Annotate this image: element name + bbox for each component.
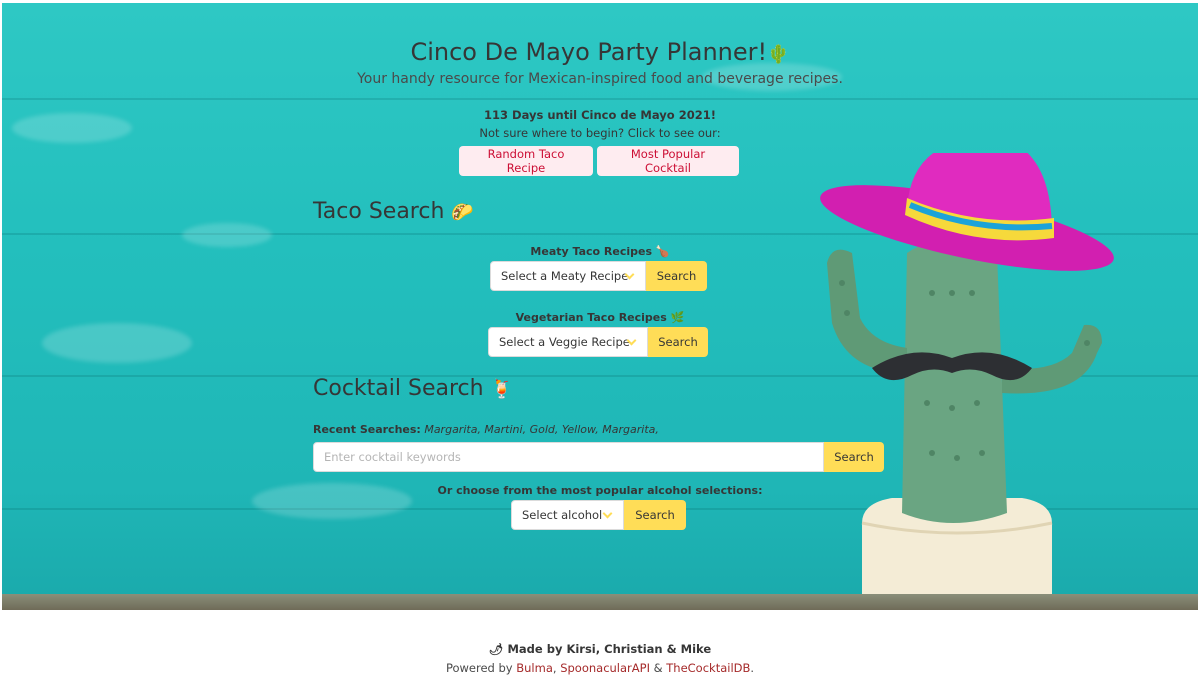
random-taco-button[interactable]: Random Taco Recipe bbox=[459, 146, 593, 176]
taco-title-text: Taco Search bbox=[313, 199, 445, 224]
meaty-label-text: Meaty Taco Recipes bbox=[530, 245, 653, 258]
alcohol-search-button[interactable]: Search bbox=[624, 500, 686, 530]
recent-searches: Recent Searches: Margarita, Martini, Gol… bbox=[313, 423, 659, 436]
cocktaildb-link[interactable]: TheCocktailDB bbox=[666, 661, 750, 675]
footer-powered-by: Powered by Bulma, SpoonacularAPI & TheCo… bbox=[0, 661, 1200, 675]
paint-streak bbox=[42, 323, 192, 363]
alcohol-select[interactable]: Select alcohol bbox=[511, 500, 624, 530]
taco-section-title: Taco Search 🌮 bbox=[313, 199, 474, 224]
page-subtitle: Your handy resource for Mexican-inspired… bbox=[357, 71, 843, 87]
chili-pepper-icon: 🌶 bbox=[488, 642, 504, 656]
veggie-label-text: Vegetarian Taco Recipes bbox=[515, 311, 667, 324]
wood-plank-line bbox=[2, 98, 1198, 100]
meaty-taco-label: Meaty Taco Recipes 🍗 bbox=[0, 245, 1200, 258]
footer-made-by: Made by Kirsi, Christian & Mike bbox=[507, 642, 712, 656]
spoonacular-link[interactable]: SpoonacularAPI bbox=[560, 661, 650, 675]
cocktail-search-button[interactable]: Search bbox=[824, 442, 884, 472]
suffix: . bbox=[750, 661, 755, 675]
meaty-select-value: Select a Meaty Recipe bbox=[501, 269, 629, 283]
chevron-down-icon bbox=[602, 508, 613, 519]
recent-searches-label: Recent Searches: bbox=[313, 423, 421, 436]
paint-streak bbox=[182, 223, 272, 247]
herb-icon: 🌿 bbox=[670, 311, 685, 324]
tropical-drink-icon: 🍹 bbox=[490, 379, 513, 400]
separator: & bbox=[649, 661, 667, 675]
powered-prefix: Powered by bbox=[445, 661, 517, 675]
recent-searches-items[interactable]: Margarita, Martini, Gold, Yellow, Margar… bbox=[424, 423, 659, 436]
veggie-search-button[interactable]: Search bbox=[648, 327, 708, 357]
meaty-search-button[interactable]: Search bbox=[646, 261, 707, 291]
cactus-sombrero-illustration bbox=[820, 153, 1114, 610]
taco-icon: 🌮 bbox=[451, 202, 474, 223]
table-edge bbox=[2, 594, 1198, 610]
cactus-icon: 🌵 bbox=[767, 44, 790, 65]
bulma-link[interactable]: Bulma bbox=[516, 661, 553, 675]
veggie-taco-label: Vegetarian Taco Recipes 🌿 bbox=[0, 311, 1200, 324]
page-title-text: Cinco De Mayo Party Planner! bbox=[410, 38, 768, 66]
drumstick-icon: 🍗 bbox=[655, 245, 670, 258]
cocktail-title-text: Cocktail Search bbox=[313, 376, 484, 401]
prompt-text: Not sure where to begin? Click to see ou… bbox=[479, 126, 721, 140]
page-title: Cinco De Mayo Party Planner!🌵 bbox=[0, 38, 1200, 66]
veggie-select-value: Select a Veggie Recipe bbox=[499, 335, 630, 349]
countdown-text: 113 Days until Cinco de Mayo 2021! bbox=[484, 108, 716, 122]
meaty-recipe-select[interactable]: Select a Meaty Recipe bbox=[490, 261, 646, 291]
footer-credits: 🌶 Made by Kirsi, Christian & Mike bbox=[0, 642, 1200, 656]
alcohol-selection-label: Or choose from the most popular alcohol … bbox=[437, 484, 763, 497]
veggie-recipe-select[interactable]: Select a Veggie Recipe bbox=[488, 327, 648, 357]
cocktail-search-input[interactable] bbox=[313, 442, 824, 472]
cocktail-section-title: Cocktail Search 🍹 bbox=[313, 376, 513, 401]
popular-cocktail-button[interactable]: Most Popular Cocktail bbox=[597, 146, 739, 176]
alcohol-select-value: Select alcohol bbox=[522, 508, 603, 522]
